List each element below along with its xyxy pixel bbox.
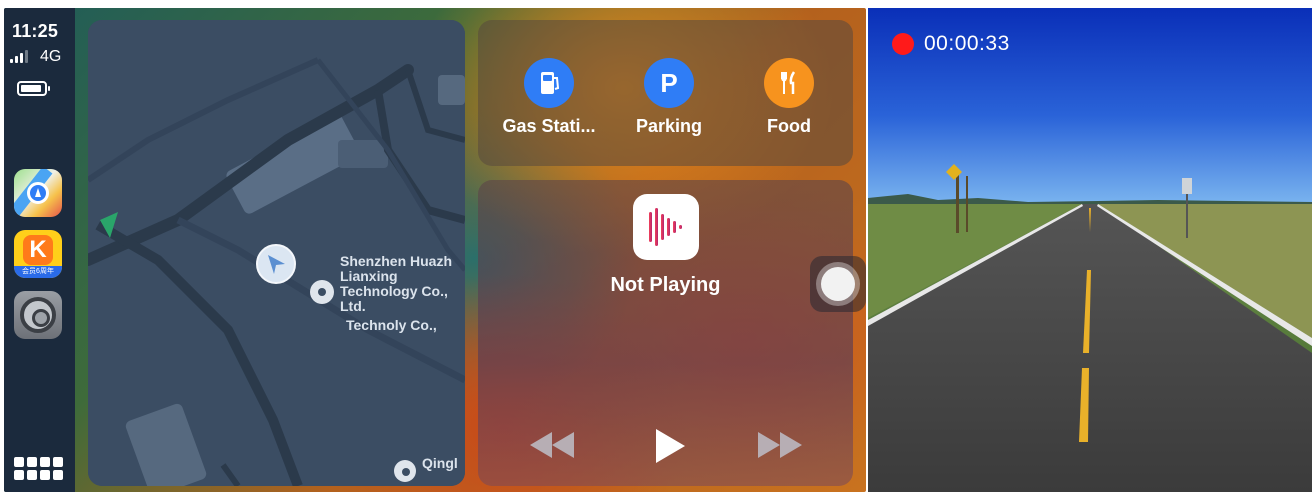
network-type: 4G [40,48,62,65]
parking-icon: P [644,58,694,108]
parking-button[interactable]: P Parking [614,58,724,137]
app-grid-icon[interactable] [14,457,63,480]
record-dot-icon [892,33,914,55]
fast-forward-icon[interactable] [756,430,804,465]
carplay-screen: 11:25 4G K 会员6周年 Shenzhen Huazh Lianxing… [4,8,866,492]
poi-shortcuts-widget: Gas Stati... P Parking Food [478,20,853,166]
poi-marker-icon[interactable] [310,280,334,304]
fuel-pump-icon [524,58,574,108]
road-camera-feed [868,8,1312,492]
map-poi-label-bottom: Qingl [422,455,458,471]
food-button[interactable]: Food [734,58,844,137]
recording-timer: 00:00:33 [924,32,1010,55]
now-playing-widget[interactable]: Not Playing [478,180,853,486]
fork-knife-icon [764,58,814,108]
navigation-arrow-icon [256,244,296,284]
map-poi-label-secondary: Technoly Co., [346,317,437,333]
app-badge-text: 会员6周年 [14,266,62,278]
parking-label: Parking [635,116,703,136]
rewind-icon[interactable] [528,430,576,465]
settings-gear-icon[interactable] [14,291,62,339]
status-time: 11:25 [12,21,59,41]
food-label: Food [767,116,811,136]
gas-station-label: Gas Stati... [502,116,596,136]
play-icon[interactable] [652,426,688,471]
playback-status: Not Playing [610,274,721,296]
dock-sidebar: 11:25 4G K 会员6周年 [4,8,75,492]
assistive-touch-button[interactable] [810,256,866,312]
poi-marker-icon-bottom[interactable] [394,460,416,482]
map-widget[interactable]: Shenzhen Huazh Lianxing Technology Co., … [88,20,465,486]
gas-station-button[interactable]: Gas Stati... [494,58,604,137]
maps-icon[interactable] [14,169,62,217]
signal-icon [10,50,28,63]
battery-icon [17,81,50,96]
music-waveform-icon[interactable] [633,194,699,260]
map-poi-label: Shenzhen Huazh Lianxing Technology Co., … [340,253,453,314]
recording-indicator: 00:00:33 [892,32,1010,56]
dashcam-view: 00:00:33 [868,8,1312,492]
kuwo-music-icon[interactable]: K 会员6周年 [14,230,62,278]
